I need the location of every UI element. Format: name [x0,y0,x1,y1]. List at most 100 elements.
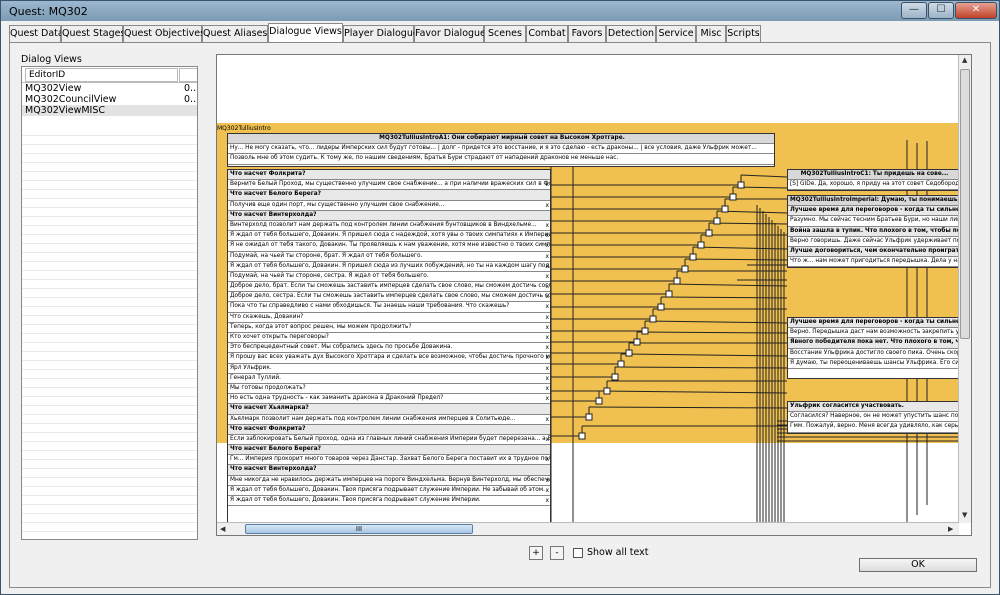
topic-node-ulfric-agrees[interactable]: Ульфрик согласится участвовать. Согласилс… [787,401,960,434]
list-item[interactable]: MQ302CouncilView 0... [22,94,197,105]
tab-combat[interactable]: Combat [526,25,568,42]
topic-prompt-row[interactable]: Что насчет Винтерхолда? [228,210,550,221]
tab-scenes[interactable]: Scenes [484,25,526,42]
topic-node-header: MQ302TulliusIntroA1: Они собирают мирный… [228,134,774,145]
topic-prompt-row[interactable]: Лучше договориться, чем окончательно про… [788,246,959,258]
response-row[interactable]: Разумно. Мы сейчас тесним Братьев Бури, … [788,216,959,227]
tab-service[interactable]: Service [656,25,696,42]
horizontal-scroll-thumb[interactable]: III [245,524,473,534]
response-row[interactable]: Пока что ты справедливо с нами обходишьс… [228,302,550,313]
column-header-count[interactable] [179,68,197,82]
topic-prompt-row[interactable]: Что насчет Белого Берега? [228,190,550,201]
response-row[interactable]: Подумай, на чьей ты стороне, сестра. Я ж… [228,272,550,283]
response-row[interactable]: Я прошу вас всех уважать дух Высокого Хр… [228,353,550,364]
maximize-button[interactable]: ☐ [928,2,954,19]
connector-line [614,366,788,369]
response-row[interactable]: Кто хочет открыть переговоры? x [228,333,550,344]
row-text: Я ждал от тебя большего, Довакин. Твоя п… [230,486,545,493]
vertical-scroll-thumb[interactable] [960,69,970,339]
tab-player-dialogue[interactable]: Player Dialogue [343,25,419,42]
title-bar[interactable]: Quest: MQ302 — ☐ ✕ [1,1,999,21]
response-row[interactable]: Ярл Ульфрик. x [228,364,550,374]
topic-node-imperial[interactable]: MQ302TulliusIntroImperial: Думаю, ты пон… [787,195,960,268]
list-item[interactable]: MQ302View 0... [22,83,197,94]
horizontal-scrollbar[interactable]: ◀ III ▶ [217,522,959,535]
row-text: Война зашла в тупик. Что плохого в том, … [790,227,959,234]
response-row[interactable]: Гмм. Пожалуй, верно. Меня всегда удивлял… [788,422,959,433]
response-row[interactable]: Получив еще один порт, мы существенно ул… [228,201,550,211]
dialog-views-list[interactable]: EditorID MQ302View 0... MQ302CouncilView 0… [21,66,198,540]
response-row[interactable]: Согласился? Наверное, он не может упусти… [788,412,959,423]
zoom-out-button[interactable]: - [550,546,564,560]
tab-quest-stages[interactable]: Quest Stages [61,25,125,42]
tab-favors[interactable]: Favors [568,25,606,42]
response-row[interactable]: Я не ожидал от тебя такого, Довакин. Ты … [228,241,550,252]
response-row[interactable]: Но есть одна трудность - как заманить др… [228,394,550,405]
response-row[interactable]: Я ждал от тебя большего, Довакин. Твоя п… [228,486,550,496]
response-row[interactable]: Я ждал от тебя большего, Довакин. Я приш… [228,262,550,272]
vertical-scrollbar[interactable]: ▲ ▼ [958,55,971,523]
response-row[interactable]: Восстание Ульфрика достигло своего пика.… [788,349,959,359]
response-row[interactable]: Мы готовы продолжать? x [228,384,550,395]
topic-prompt-row[interactable]: Лучшее время для переговоров - когда ты … [788,206,959,217]
response-row[interactable]: Генерал Туллий. x [228,374,550,384]
response-row[interactable]: Винтерхолд позволит нам держать под конт… [228,221,550,232]
tab-detection[interactable]: Detection [606,25,656,42]
scroll-left-arrow[interactable]: ◀ [220,525,225,533]
row-text: Я прошу вас всех уважать дух Высокого Хр… [230,354,550,361]
scroll-up-arrow[interactable]: ▲ [962,56,967,64]
response-row[interactable]: Верните Белый Проход, мы существенно улу… [228,180,550,191]
ok-button[interactable]: OK [859,558,977,572]
response-row[interactable]: Если заблокировать Белый проход, одна из… [228,435,550,446]
connector-marker: x [545,262,549,270]
dialogue-view-canvas[interactable]: MQ302TulliusIntro MQ302TulliusIntroA1: О… [216,54,972,536]
topic-node-responses[interactable]: Что насчет Фолкрита? Верните Белый Проход… [227,169,551,525]
response-row[interactable]: Я ждал от тебя большего, Довакин. Я приш… [228,231,550,242]
show-all-text-checkbox[interactable] [573,548,583,558]
response-row[interactable]: Хьялмарк позволит нам держать под контро… [228,415,550,425]
topic-prompt-row[interactable]: Ульфрик согласится участвовать. [788,402,959,413]
topic-node-intro[interactable]: MQ302TulliusIntroA1: Они собирают мирный… [227,133,775,167]
response-row[interactable]: Что скажешь, Довакин? x [228,313,550,323]
tab-scripts[interactable]: Scripts [726,25,761,42]
topic-prompt-row[interactable]: Явного победителя пока нет. Что плохого … [788,338,959,349]
list-item-selected[interactable]: MQ302ViewMISC [22,105,197,116]
column-header-editorid[interactable]: EditorID [25,68,178,82]
topic-prompt-row[interactable]: Что насчет Фолкрита? [228,170,550,181]
topic-prompt-row[interactable]: Что насчет Хьялмарка? [228,404,550,415]
row-text: Гмм. Пожалуй, верно. Меня всегда удивлял… [790,423,959,430]
topic-prompt-row[interactable]: Война зашла в тупик. Что плохого в том, … [788,226,959,237]
topic-prompt-row[interactable]: Что насчет Винтерхолда? [228,465,550,476]
response-row[interactable]: Что ж... нам может пригодиться передышка… [788,257,959,267]
minimize-button[interactable]: — [901,2,927,19]
response-row[interactable]: Верно говоришь. Даже сейчас Ульфрик удер… [788,237,959,247]
topic-prompt-row[interactable]: Что насчет Белого Берега? [228,445,550,456]
response-row[interactable]: Верно. Передышка даст нам возможность за… [788,328,959,339]
response-row[interactable]: Теперь, когда этот вопрос решен, мы може… [228,323,550,333]
list-empty-area [22,127,197,539]
topic-prompt-row[interactable]: Лучшее время для переговоров - когда ты … [788,318,959,329]
response-row[interactable]: Я ждал от тебя большего, Довакин. Твоя п… [228,496,550,507]
scroll-down-arrow[interactable]: ▼ [962,511,967,519]
row-text: Лучшее время для переговоров - когда ты … [790,319,959,325]
scroll-right-arrow[interactable]: ▶ [948,525,953,533]
topic-node-c1[interactable]: MQ302TulliusIntroC1: Ты придешь на сове.… [787,169,960,191]
tab-dialogue-views[interactable]: Dialogue Views [268,23,343,43]
tab-quest-objectives[interactable]: Quest Objectives [123,25,205,42]
close-button[interactable]: ✕ [955,2,997,19]
row-text: Явного победителя пока нет. Что плохого … [790,339,959,346]
response-row[interactable]: Подумай, на чьей ты стороне, брат. Я жда… [228,252,550,262]
tab-quest-aliases[interactable]: Quest Aliases [202,25,268,42]
response-row[interactable]: Доброе дело, брат. Если ты сможешь заста… [228,282,550,293]
tab-quest-data[interactable]: Quest Data [9,25,64,42]
response-row[interactable]: Доброе дело, сестра. Если ты сможешь зас… [228,292,550,303]
zoom-in-button[interactable]: + [529,546,543,560]
response-row[interactable]: Я думаю, ты переоцениваешь шансы Ульфрик… [788,359,959,369]
response-row[interactable]: Гм... Империя прокорит много товаров чер… [228,455,550,466]
topic-prompt-row[interactable]: Что насчет Фолкрита? [228,424,550,435]
topic-node-stronger[interactable]: Лучшее время для переговоров - когда ты … [787,317,960,379]
response-row[interactable]: Это беспрецедентный совет. Мы собрались … [228,343,550,354]
response-row[interactable]: Мне никогда не нравилось держать имперце… [228,476,550,486]
tab-misc[interactable]: Misc [696,25,726,42]
tab-favor-dialogue[interactable]: Favor Dialogue [414,25,486,42]
